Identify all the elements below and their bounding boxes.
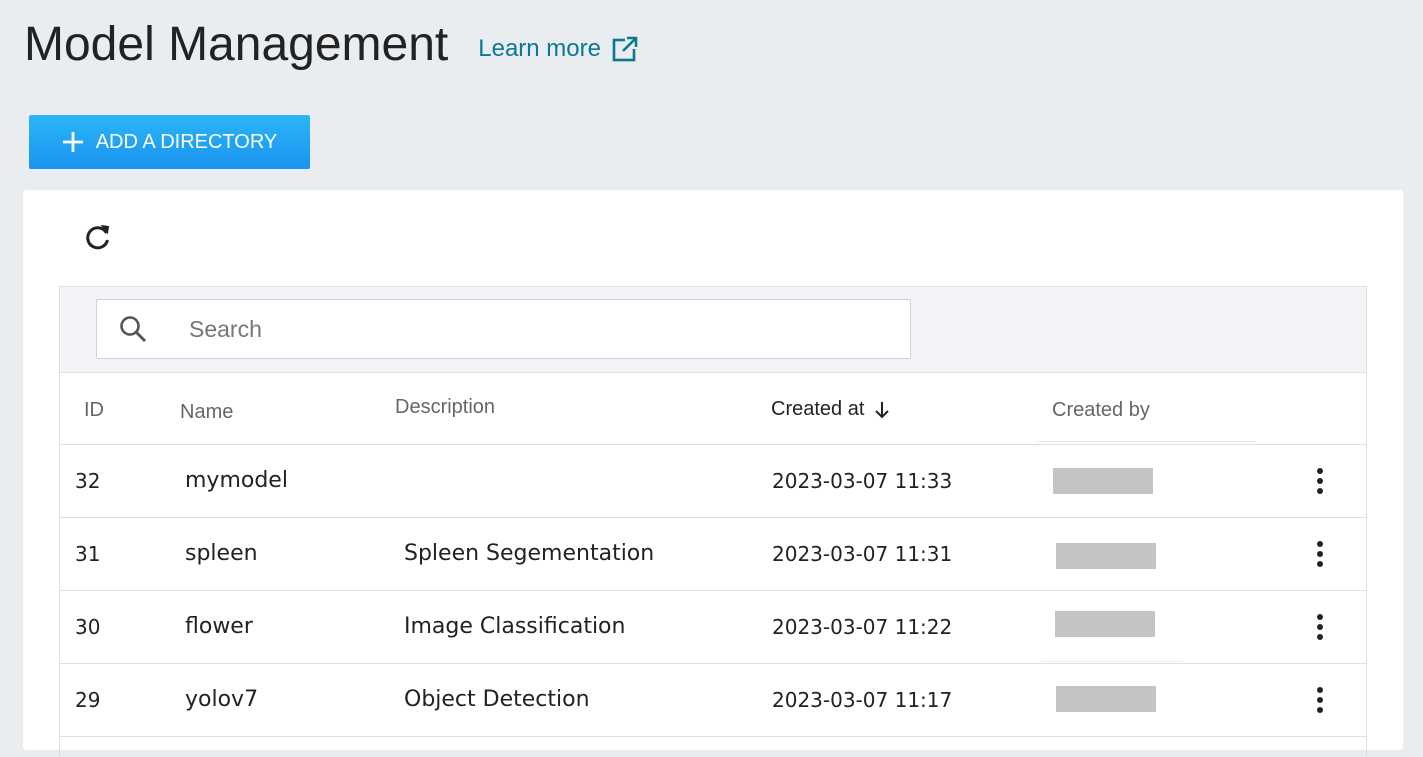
row-created-by-redacted (1053, 468, 1153, 494)
table-row[interactable]: 30 flower Image Classification 2023-03-0… (60, 591, 1366, 664)
search-bar (60, 287, 1366, 373)
more-vertical-icon (1310, 468, 1330, 500)
row-id: 30 (75, 615, 101, 639)
learn-more-link[interactable]: Learn more (478, 35, 639, 63)
row-description: Object Detection (404, 687, 590, 712)
row-name: mymodel (185, 468, 288, 493)
page-header: Model Management Learn more (24, 14, 639, 76)
column-header-name[interactable]: Name (180, 401, 233, 424)
column-divider (1037, 441, 1256, 442)
page-title: Model Management (24, 18, 449, 71)
search-box (96, 299, 911, 359)
row-menu-button[interactable] (1310, 538, 1330, 570)
row-created-by-redacted (1056, 543, 1156, 569)
learn-more-label: Learn more (478, 35, 601, 62)
row-created-by-redacted (1056, 686, 1156, 712)
row-name: spleen (185, 541, 258, 566)
row-id: 32 (75, 469, 101, 493)
external-link-icon (611, 35, 639, 63)
row-menu-button[interactable] (1310, 611, 1330, 643)
column-header-description[interactable]: Description (395, 396, 495, 419)
refresh-icon (83, 224, 113, 255)
table-row[interactable]: 29 yolov7 Object Detection 2023-03-07 11… (60, 664, 1366, 737)
row-name: yolov7 (185, 687, 259, 712)
column-header-created-at-label: Created at (771, 398, 865, 420)
row-created-at: 2023-03-07 11:17 (772, 688, 953, 712)
cell-divider (1041, 661, 1183, 662)
arrow-down-icon (872, 400, 892, 420)
row-menu-button[interactable] (1310, 465, 1330, 497)
models-card: ID Name Description Created at Created b… (23, 190, 1403, 757)
column-header-created-at[interactable]: Created at (771, 398, 892, 421)
row-created-by-redacted (1055, 611, 1155, 637)
row-description: Image Classification (404, 614, 626, 639)
table-row[interactable]: 32 mymodel 2023-03-07 11:33 (60, 445, 1366, 518)
plus-icon (62, 131, 84, 153)
row-description: Spleen Segementation (404, 541, 655, 566)
search-input[interactable] (187, 314, 891, 344)
more-vertical-icon (1310, 614, 1330, 646)
models-table: ID Name Description Created at Created b… (59, 286, 1367, 757)
search-icon (119, 315, 147, 343)
column-header-created-by[interactable]: Created by (1052, 399, 1150, 422)
table-row[interactable]: 31 spleen Spleen Segementation 2023-03-0… (60, 518, 1366, 591)
column-header-id[interactable]: ID (84, 399, 104, 422)
row-created-at: 2023-03-07 11:31 (772, 542, 953, 566)
add-directory-label: ADD A DIRECTORY (95, 130, 278, 153)
add-directory-button[interactable]: ADD A DIRECTORY (29, 115, 310, 169)
row-id: 29 (75, 688, 101, 712)
row-name: flower (185, 614, 253, 639)
row-id: 31 (75, 542, 101, 566)
refresh-button[interactable] (83, 222, 113, 252)
more-vertical-icon (1310, 541, 1330, 573)
row-created-at: 2023-03-07 11:33 (772, 469, 953, 493)
more-vertical-icon (1310, 687, 1330, 719)
row-created-at: 2023-03-07 11:22 (772, 615, 953, 639)
table-header: ID Name Description Created at Created b… (60, 373, 1366, 445)
row-menu-button[interactable] (1310, 684, 1330, 716)
